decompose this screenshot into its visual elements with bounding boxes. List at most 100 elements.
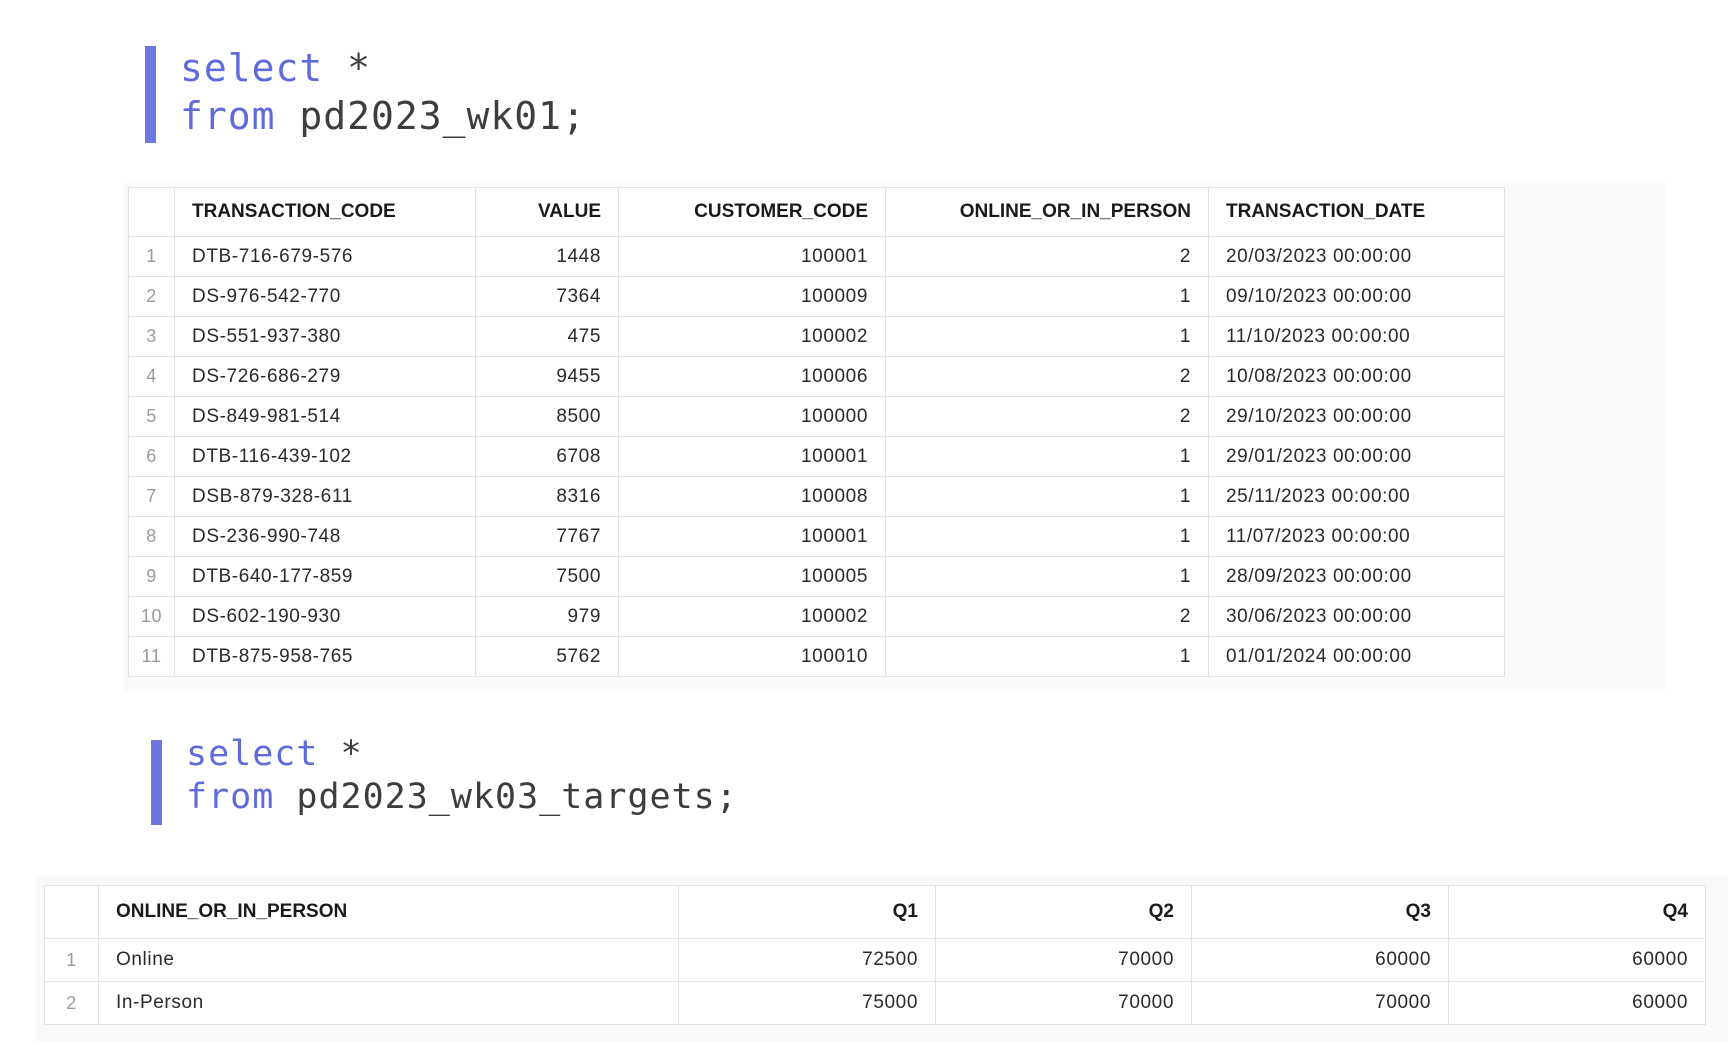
- column-header-value[interactable]: VALUE: [475, 187, 619, 237]
- customer-code-cell[interactable]: 100002: [618, 596, 886, 637]
- column-header-online-or-in-person[interactable]: ONLINE_OR_IN_PERSON: [98, 885, 679, 939]
- value-cell[interactable]: 5762: [475, 636, 619, 677]
- transaction-date-cell[interactable]: 10/08/2023 00:00:00: [1208, 356, 1505, 397]
- table-row[interactable]: 2 DS-976-542-770 7364 100009 1 09/10/202…: [128, 276, 1505, 317]
- transaction-date-cell[interactable]: 11/07/2023 00:00:00: [1208, 516, 1505, 557]
- customer-code-cell[interactable]: 100009: [618, 276, 886, 317]
- transaction-code-cell[interactable]: DS-236-990-748: [174, 516, 476, 557]
- online-or-in-person-cell[interactable]: 2: [885, 396, 1209, 437]
- online-or-in-person-cell[interactable]: 1: [885, 476, 1209, 517]
- online-or-in-person-cell[interactable]: 2: [885, 356, 1209, 397]
- customer-code-cell[interactable]: 100001: [618, 236, 886, 277]
- table-row[interactable]: 4 DS-726-686-279 9455 100006 2 10/08/202…: [128, 356, 1505, 397]
- online-or-in-person-cell[interactable]: 1: [885, 556, 1209, 597]
- table-row[interactable]: 8 DS-236-990-748 7767 100001 1 11/07/202…: [128, 516, 1505, 557]
- column-header-q2[interactable]: Q2: [935, 885, 1192, 939]
- value-cell[interactable]: 8500: [475, 396, 619, 437]
- table-row[interactable]: 2 In-Person 75000 70000 70000 60000: [44, 981, 1706, 1025]
- customer-code-cell[interactable]: 100005: [618, 556, 886, 597]
- value-cell[interactable]: 1448: [475, 236, 619, 277]
- transaction-date-cell[interactable]: 09/10/2023 00:00:00: [1208, 276, 1505, 317]
- row-number: 4: [128, 356, 175, 397]
- column-header-transaction-date[interactable]: TRANSACTION_DATE: [1208, 187, 1505, 237]
- online-or-in-person-cell[interactable]: 1: [885, 636, 1209, 677]
- column-header-q1[interactable]: Q1: [678, 885, 936, 939]
- transaction-date-cell[interactable]: 29/01/2023 00:00:00: [1208, 436, 1505, 477]
- sql-code-block-1[interactable]: select * from pd2023_wk01;: [145, 46, 745, 146]
- q4-cell[interactable]: 60000: [1448, 981, 1706, 1025]
- online-or-in-person-cell[interactable]: 1: [885, 436, 1209, 477]
- transaction-code-cell[interactable]: DS-976-542-770: [174, 276, 476, 317]
- row-number-header: [44, 885, 99, 939]
- table-row[interactable]: 1 Online 72500 70000 60000 60000: [44, 938, 1706, 982]
- transaction-code-cell[interactable]: DTB-875-958-765: [174, 636, 476, 677]
- online-or-in-person-cell[interactable]: 2: [885, 596, 1209, 637]
- online-or-in-person-cell[interactable]: 1: [885, 516, 1209, 557]
- online-or-in-person-cell[interactable]: 1: [885, 276, 1209, 317]
- sql-code-block-2[interactable]: select * from pd2023_wk03_targets;: [151, 734, 771, 840]
- value-cell[interactable]: 979: [475, 596, 619, 637]
- value-cell[interactable]: 6708: [475, 436, 619, 477]
- table-row[interactable]: 1 DTB-716-679-576 1448 100001 2 20/03/20…: [128, 236, 1505, 277]
- sql-select-list: *: [318, 734, 363, 774]
- q2-cell[interactable]: 70000: [935, 981, 1192, 1025]
- row-number: 7: [128, 476, 175, 517]
- customer-code-cell[interactable]: 100006: [618, 356, 886, 397]
- row-number: 8: [128, 516, 175, 557]
- q1-cell[interactable]: 75000: [678, 981, 936, 1025]
- value-cell[interactable]: 7364: [475, 276, 619, 317]
- value-cell[interactable]: 9455: [475, 356, 619, 397]
- value-cell[interactable]: 7767: [475, 516, 619, 557]
- transaction-code-cell[interactable]: DS-551-937-380: [174, 316, 476, 357]
- table-row[interactable]: 11 DTB-875-958-765 5762 100010 1 01/01/2…: [128, 636, 1505, 677]
- customer-code-cell[interactable]: 100010: [618, 636, 886, 677]
- value-cell[interactable]: 475: [475, 316, 619, 357]
- column-header-online-or-in-person[interactable]: ONLINE_OR_IN_PERSON: [885, 187, 1209, 237]
- transaction-code-cell[interactable]: DS-726-686-279: [174, 356, 476, 397]
- transaction-code-cell[interactable]: DS-849-981-514: [174, 396, 476, 437]
- transaction-code-cell[interactable]: DSB-879-328-611: [174, 476, 476, 517]
- value-cell[interactable]: 7500: [475, 556, 619, 597]
- table-row[interactable]: 7 DSB-879-328-611 8316 100008 1 25/11/20…: [128, 476, 1505, 517]
- customer-code-cell[interactable]: 100001: [618, 436, 886, 477]
- table-row[interactable]: 3 DS-551-937-380 475 100002 1 11/10/2023…: [128, 316, 1505, 357]
- customer-code-cell[interactable]: 100001: [618, 516, 886, 557]
- online-or-in-person-cell[interactable]: Online: [98, 938, 679, 982]
- result-grid-1[interactable]: TRANSACTION_CODE VALUE CUSTOMER_CODE ONL…: [124, 183, 1666, 691]
- transaction-date-cell[interactable]: 25/11/2023 00:00:00: [1208, 476, 1505, 517]
- table-row[interactable]: 5 DS-849-981-514 8500 100000 2 29/10/202…: [128, 396, 1505, 437]
- q3-cell[interactable]: 70000: [1191, 981, 1449, 1025]
- customer-code-cell[interactable]: 100002: [618, 316, 886, 357]
- transaction-code-cell[interactable]: DTB-716-679-576: [174, 236, 476, 277]
- q1-cell[interactable]: 72500: [678, 938, 936, 982]
- table-row[interactable]: 6 DTB-116-439-102 6708 100001 1 29/01/20…: [128, 436, 1505, 477]
- q3-cell[interactable]: 60000: [1191, 938, 1449, 982]
- table-row[interactable]: 9 DTB-640-177-859 7500 100005 1 28/09/20…: [128, 556, 1505, 597]
- transaction-date-cell[interactable]: 01/01/2024 00:00:00: [1208, 636, 1505, 677]
- sql-table-name: pd2023_wk01;: [275, 94, 586, 138]
- transaction-date-cell[interactable]: 11/10/2023 00:00:00: [1208, 316, 1505, 357]
- value-cell[interactable]: 8316: [475, 476, 619, 517]
- column-header-q3[interactable]: Q3: [1191, 885, 1449, 939]
- transaction-code-cell[interactable]: DTB-116-439-102: [174, 436, 476, 477]
- transaction-date-cell[interactable]: 20/03/2023 00:00:00: [1208, 236, 1505, 277]
- transaction-date-cell[interactable]: 28/09/2023 00:00:00: [1208, 556, 1505, 597]
- row-number: 5: [128, 396, 175, 437]
- table-row[interactable]: 10 DS-602-190-930 979 100002 2 30/06/202…: [128, 596, 1505, 637]
- transaction-date-cell[interactable]: 30/06/2023 00:00:00: [1208, 596, 1505, 637]
- transaction-code-cell[interactable]: DTB-640-177-859: [174, 556, 476, 597]
- transaction-date-cell[interactable]: 29/10/2023 00:00:00: [1208, 396, 1505, 437]
- customer-code-cell[interactable]: 100008: [618, 476, 886, 517]
- online-or-in-person-cell[interactable]: In-Person: [98, 981, 679, 1025]
- transaction-code-cell[interactable]: DS-602-190-930: [174, 596, 476, 637]
- result-grid-2[interactable]: ONLINE_OR_IN_PERSON Q1 Q2 Q3 Q4 1 Online…: [36, 876, 1728, 1042]
- column-header-q4[interactable]: Q4: [1448, 885, 1706, 939]
- online-or-in-person-cell[interactable]: 2: [885, 236, 1209, 277]
- column-header-customer-code[interactable]: CUSTOMER_CODE: [618, 187, 886, 237]
- customer-code-cell[interactable]: 100000: [618, 396, 886, 437]
- row-number: 1: [44, 938, 99, 982]
- q2-cell[interactable]: 70000: [935, 938, 1192, 982]
- online-or-in-person-cell[interactable]: 1: [885, 316, 1209, 357]
- q4-cell[interactable]: 60000: [1448, 938, 1706, 982]
- column-header-transaction-code[interactable]: TRANSACTION_CODE: [174, 187, 476, 237]
